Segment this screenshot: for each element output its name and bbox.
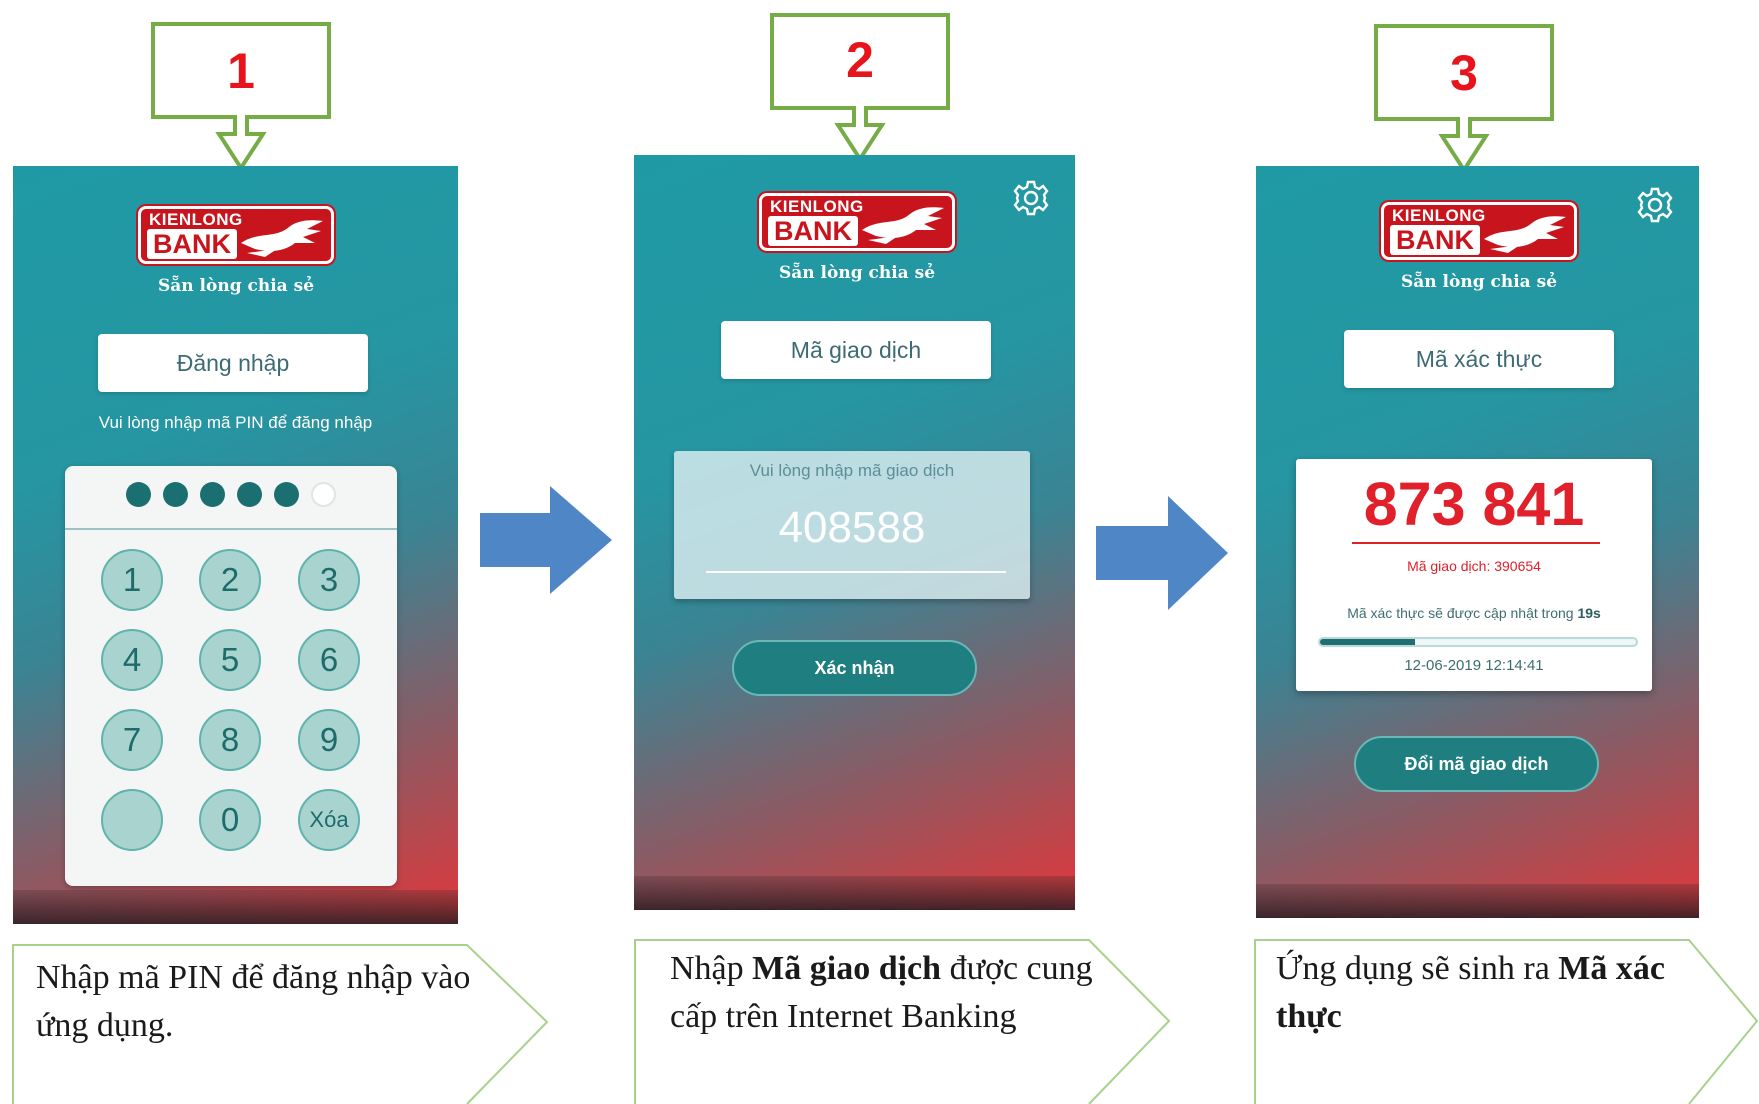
- step-2-number: 2: [846, 32, 874, 88]
- auth-code-value: 873 841: [1363, 470, 1585, 538]
- auth-code-title: Mã xác thực: [1344, 330, 1614, 388]
- gear-icon[interactable]: [1636, 186, 1674, 224]
- refresh-seconds: 19s: [1577, 605, 1601, 621]
- pin-divider: [65, 528, 397, 530]
- key-0[interactable]: 0: [199, 789, 261, 851]
- key-7[interactable]: 7: [101, 709, 163, 771]
- dragon-icon: [241, 220, 323, 257]
- step-3-number: 3: [1450, 45, 1478, 101]
- key-1[interactable]: 1: [101, 549, 163, 611]
- step-1-number: 1: [227, 43, 255, 99]
- logo-kienlong-text: KIENLONG: [770, 197, 864, 216]
- change-transaction-code-button[interactable]: Đổi mã giao dịch: [1354, 736, 1599, 792]
- logo-kienlong-text: KIENLONG: [1392, 206, 1486, 225]
- countdown-progress-bar: [1318, 637, 1638, 647]
- logo-badge: KIENLONG BANK: [1381, 202, 1577, 260]
- gear-icon[interactable]: [1012, 179, 1050, 217]
- transaction-code-input[interactable]: 408588: [674, 503, 1030, 553]
- pin-dot-filled: [126, 482, 151, 507]
- pin-dots: [65, 482, 397, 516]
- right-arrow-icon: [1096, 496, 1228, 610]
- transaction-id-label: Mã giao dịch: 390654: [1407, 558, 1541, 574]
- timestamp: 12-06-2019 12:14:41: [1404, 657, 1544, 674]
- phone-nav-bar: [1256, 884, 1699, 918]
- key-blank: [101, 789, 163, 851]
- phone-nav-bar: [13, 890, 458, 924]
- logo-slogan: Sẵn lòng chia sẻ: [1400, 272, 1558, 292]
- kienlongbank-logo: KIENLONG BANK Sẵn lòng chia sẻ: [1381, 202, 1577, 298]
- logo-bank-text: BANK: [1390, 225, 1480, 255]
- phone-nav-bar: [634, 876, 1075, 910]
- step-3-callout: 3: [1374, 24, 1554, 174]
- kienlongbank-logo: KIENLONG BANK Sẵn lòng chia sẻ: [138, 206, 334, 302]
- progress-fill: [1320, 639, 1415, 645]
- pin-dot-filled: [200, 482, 225, 507]
- caption-text-bold: Mã giao dịch: [752, 950, 942, 987]
- step-1-callout: 1: [151, 22, 331, 172]
- pin-dot-filled: [163, 482, 188, 507]
- transaction-code-label: Vui lòng nhập mã giao dịch: [749, 461, 955, 480]
- refresh-countdown: Mã xác thực sẽ được cập nhật trong 19s: [1296, 605, 1652, 621]
- step-2-callout: 2: [770, 13, 950, 163]
- refresh-text: Mã xác thực sẽ được cập nhật trong: [1347, 605, 1574, 621]
- logo-badge: KIENLONG BANK: [759, 193, 955, 251]
- login-title: Đăng nhập: [98, 334, 368, 392]
- transaction-code-card: Vui lòng nhập mã giao dịch 408588: [674, 451, 1030, 599]
- logo-slogan: Sẵn lòng chia sẻ: [157, 276, 315, 296]
- caption-step-3-text: Ứng dụng sẽ sinh ra Mã xác thực: [1276, 945, 1686, 1041]
- pin-keypad: 1 2 3 4 5 6 7 8 9 0 Xóa: [65, 466, 397, 886]
- caption-step-1-text: Nhập mã PIN để đăng nhập vào ứng dụng.: [36, 959, 471, 1044]
- pin-dot-empty: [311, 482, 336, 507]
- dragon-icon: [1484, 216, 1566, 253]
- pin-dot-filled: [237, 482, 262, 507]
- key-8[interactable]: 8: [199, 709, 261, 771]
- auth-code-card: 873 841 Mã giao dịch: 390654 Mã xác thực…: [1296, 459, 1652, 691]
- logo-slogan: Sẵn lòng chia sẻ: [778, 263, 936, 283]
- caption-step-3: Ứng dụng sẽ sinh ra Mã xác thực: [1254, 939, 1759, 1104]
- pin-dot-filled: [274, 482, 299, 507]
- transaction-code-title: Mã giao dịch: [721, 321, 991, 379]
- key-4[interactable]: 4: [101, 629, 163, 691]
- caption-step-1: Nhập mã PIN để đăng nhập vào ứng dụng.: [12, 944, 552, 1104]
- key-2[interactable]: 2: [199, 549, 261, 611]
- caption-step-2-text: Nhập Mã giao dịch được cung cấp trên Int…: [670, 945, 1100, 1041]
- code-underline: [1352, 542, 1600, 544]
- phone-screen-auth-code: KIENLONG BANK Sẵn lòng chia sẻ Mã xác th…: [1256, 166, 1699, 918]
- caption-text-pre: Nhập: [670, 950, 753, 987]
- key-9[interactable]: 9: [298, 709, 360, 771]
- caption-text-pre: Ứng dụng sẽ sinh ra: [1276, 950, 1559, 987]
- right-arrow-icon: [480, 486, 612, 594]
- logo-bank-text: BANK: [768, 216, 858, 246]
- pin-hint: Vui lòng nhập mã PIN để đăng nhập: [98, 413, 373, 432]
- phone-screen-transaction-code: KIENLONG BANK Sẵn lòng chia sẻ Mã giao d…: [634, 155, 1075, 910]
- logo-bank-text: BANK: [147, 229, 237, 259]
- phone-screen-login: KIENLONG BANK Sẵn lòng chia sẻ Đăng nhập…: [13, 166, 458, 924]
- key-6[interactable]: 6: [298, 629, 360, 691]
- logo-kienlong-text: KIENLONG: [149, 210, 243, 229]
- dragon-icon: [862, 207, 944, 244]
- key-3[interactable]: 3: [298, 549, 360, 611]
- key-delete[interactable]: Xóa: [298, 789, 360, 851]
- caption-step-2: Nhập Mã giao dịch được cung cấp trên Int…: [634, 939, 1174, 1104]
- logo-badge: KIENLONG BANK: [138, 206, 334, 264]
- input-underline: [706, 571, 1006, 573]
- key-5[interactable]: 5: [199, 629, 261, 691]
- confirm-button[interactable]: Xác nhận: [732, 640, 977, 696]
- kienlongbank-logo: KIENLONG BANK Sẵn lòng chia sẻ: [759, 193, 955, 289]
